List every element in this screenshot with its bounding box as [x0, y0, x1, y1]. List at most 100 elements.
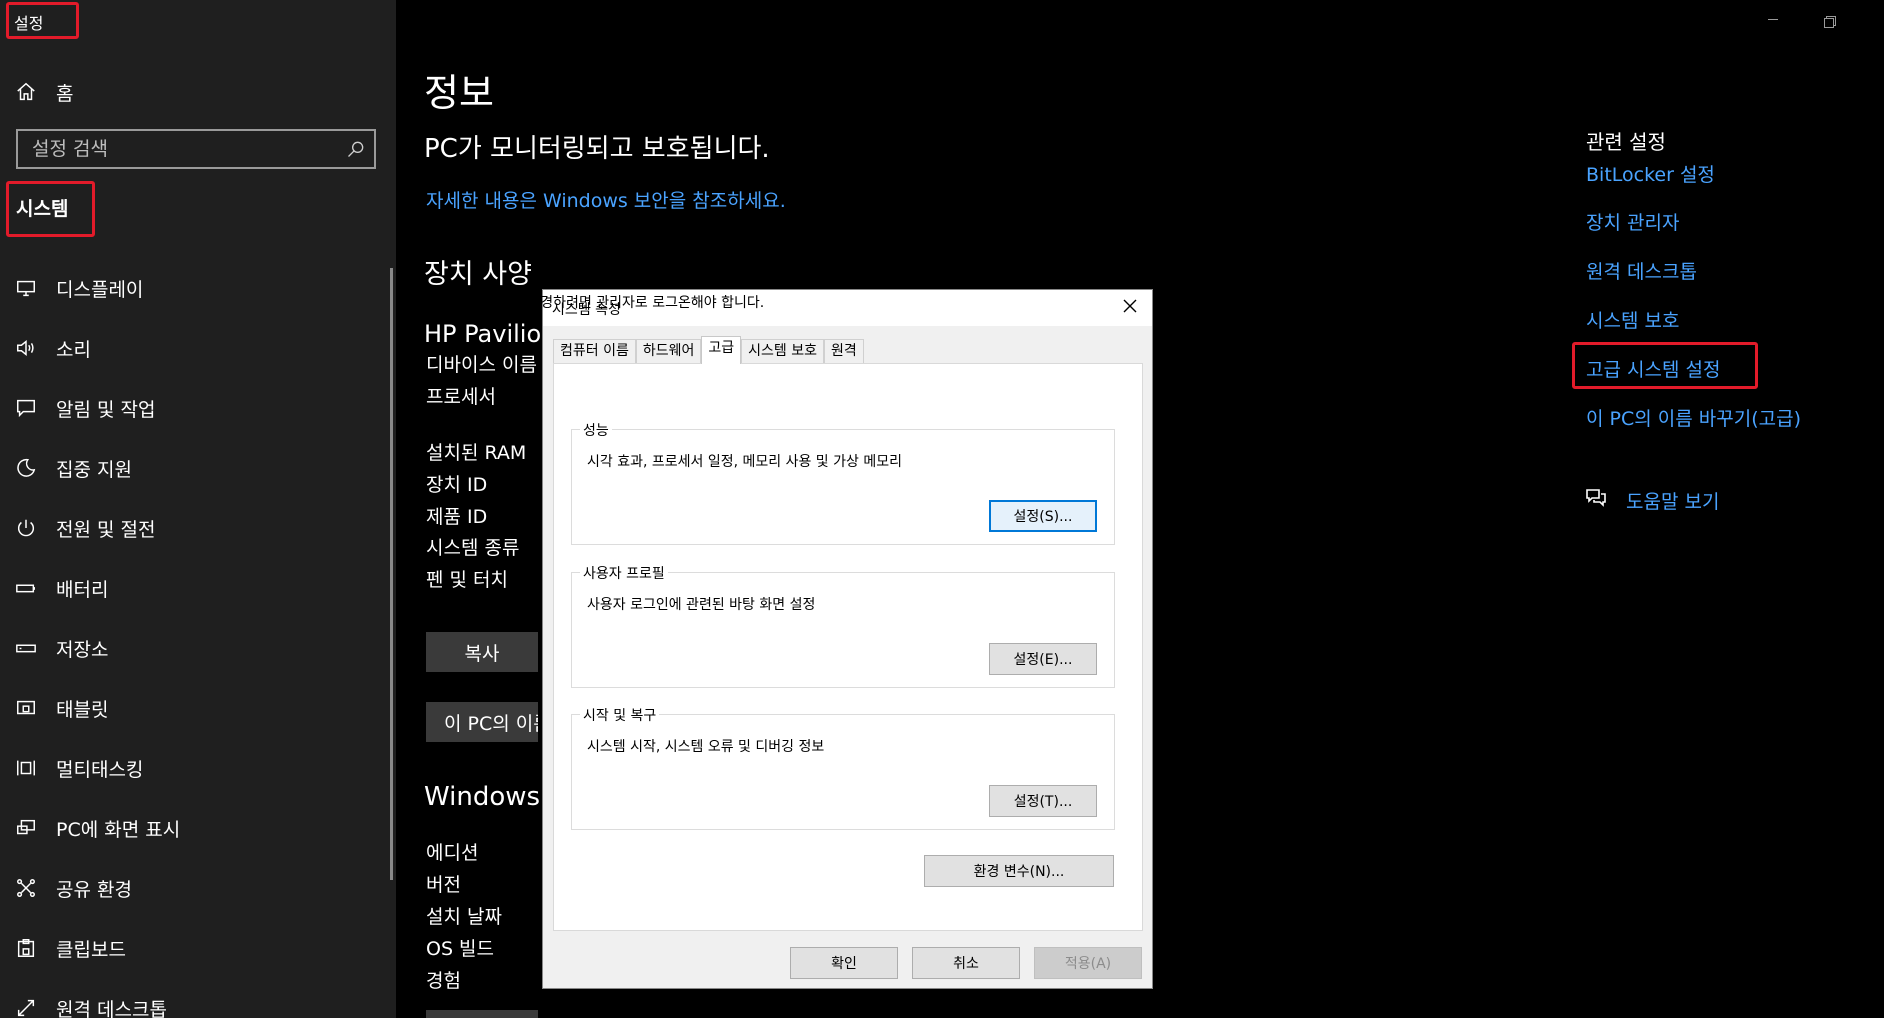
spec-label-version: 버전: [426, 874, 461, 896]
device-manager-link[interactable]: 장치 관리자: [1586, 208, 1679, 235]
apply-button[interactable]: 적용(A): [1034, 947, 1142, 979]
sidebar-item-clipboard[interactable]: 클립보드: [0, 918, 390, 978]
search-icon[interactable]: [346, 139, 366, 159]
clipboard-icon: [14, 936, 38, 960]
cancel-button[interactable]: 취소: [912, 947, 1020, 979]
device-spec-title: 장치 사양: [424, 259, 532, 290]
tab-remote[interactable]: 원격: [824, 339, 864, 364]
sidebar-item-label: 태블릿: [56, 698, 109, 721]
windows-security-link[interactable]: 자세한 내용은 Windows 보안을 참조하세요.: [426, 186, 786, 213]
get-help-link[interactable]: 도움말 보기: [1584, 486, 1719, 514]
sidebar-item-label: 클립보드: [56, 938, 126, 961]
startup-recovery-settings-button[interactable]: 설정(T)...: [989, 785, 1097, 817]
performance-settings-button[interactable]: 설정(S)...: [989, 500, 1097, 532]
sidebar-item-shared-experiences[interactable]: 공유 환경: [0, 858, 390, 918]
sidebar-item-display[interactable]: 디스플레이: [0, 258, 390, 318]
sidebar-scrollbar[interactable]: [390, 268, 393, 880]
copy-button-bottom[interactable]: [426, 1010, 538, 1018]
restore-button[interactable]: [1824, 13, 1836, 28]
sidebar-item-home[interactable]: 홈: [0, 72, 396, 112]
sidebar-item-label: 소리: [56, 338, 91, 361]
search-box[interactable]: [16, 129, 376, 169]
performance-group-label: 성능: [580, 420, 612, 440]
tab-computer-name[interactable]: 컴퓨터 이름: [553, 339, 636, 364]
spec-label-device-name: 디바이스 이름: [426, 354, 537, 376]
related-settings-title: 관련 설정: [1586, 130, 1666, 154]
sidebar-nav: 디스플레이 소리 알림 및 작업 집중 지원 전원 및 절전 배터리 저장소 태…: [0, 258, 390, 1018]
tab-hardware[interactable]: 하드웨어: [635, 339, 702, 364]
copy-button[interactable]: 복사: [426, 632, 538, 672]
sidebar-item-battery[interactable]: 배터리: [0, 558, 390, 618]
startup-recovery-group-label: 시작 및 복구: [580, 705, 660, 725]
sidebar-item-label: 알림 및 작업: [56, 398, 156, 421]
admin-note: 이 내용을 변경하려면 관리자로 로그온해야 합니다.: [467, 295, 765, 311]
tab-system-protection[interactable]: 시스템 보호: [741, 339, 825, 364]
multitasking-icon: [14, 756, 38, 780]
spec-label-install-date: 설치 날짜: [426, 906, 502, 928]
power-icon: [14, 516, 38, 540]
windows-spec-title: Windows: [424, 782, 541, 812]
user-profile-settings-button[interactable]: 설정(E)...: [989, 643, 1097, 675]
spec-label-experience: 경험: [426, 970, 461, 992]
page-title: 정보: [424, 71, 494, 115]
advanced-system-settings-link[interactable]: 고급 시스템 설정: [1586, 355, 1720, 382]
chat-help-icon: [1584, 486, 1608, 514]
sidebar-item-label: 전원 및 절전: [56, 518, 156, 541]
sidebar-item-label: 원격 데스크톱: [56, 998, 167, 1018]
close-icon[interactable]: [1122, 298, 1142, 318]
spec-label-edition: 에디션: [426, 842, 479, 864]
user-profile-description: 사용자 로그인에 관련된 바탕 화면 설정: [587, 597, 816, 613]
protection-status-text: PC가 모니터링되고 보호됩니다.: [424, 134, 770, 164]
sidebar-item-label: PC에 화면 표시: [56, 818, 181, 841]
sidebar-item-storage[interactable]: 저장소: [0, 618, 390, 678]
spec-label-device-id: 장치 ID: [426, 474, 488, 496]
remote-desktop-link[interactable]: 원격 데스크톱: [1586, 257, 1697, 284]
environment-variables-button[interactable]: 환경 변수(N)...: [924, 855, 1114, 887]
sidebar-item-power[interactable]: 전원 및 절전: [0, 498, 390, 558]
tab-advanced[interactable]: 고급: [701, 336, 742, 364]
sidebar-item-label: 홈: [56, 82, 74, 105]
settings-sidebar: 설정 홈 시스템 디스플레이 소리 알림 및 작업 집중 지원: [0, 0, 396, 1018]
bitlocker-settings-link[interactable]: BitLocker 설정: [1586, 160, 1715, 187]
sidebar-item-label: 저장소: [56, 638, 109, 661]
notification-icon: [14, 396, 38, 420]
spec-label-ram: 설치된 RAM: [426, 442, 527, 464]
rename-pc-advanced-link[interactable]: 이 PC의 이름 바꾸기(고급): [1586, 404, 1801, 431]
section-title: 시스템: [16, 198, 69, 220]
sidebar-item-multitasking[interactable]: 멀티태스킹: [0, 738, 390, 798]
spec-label-system-type: 시스템 종류: [426, 537, 520, 559]
user-profile-group-label: 사용자 프로필: [580, 563, 668, 583]
performance-description: 시각 효과, 프로세서 일정, 메모리 사용 및 가상 메모리: [587, 454, 902, 470]
sidebar-item-remote-desktop[interactable]: 원격 데스크톱: [0, 978, 390, 1018]
sidebar-item-sound[interactable]: 소리: [0, 318, 390, 378]
battery-icon: [14, 576, 38, 600]
sidebar-item-label: 멀티태스킹: [56, 758, 144, 781]
search-input[interactable]: [18, 131, 338, 167]
app-title: 설정: [14, 14, 44, 33]
sidebar-item-label: 집중 지원: [56, 458, 132, 481]
sidebar-item-project[interactable]: PC에 화면 표시: [0, 798, 390, 858]
spec-label-os-build: OS 빌드: [426, 938, 495, 960]
minimize-button[interactable]: [1768, 19, 1778, 20]
storage-icon: [14, 636, 38, 660]
home-icon: [14, 80, 38, 104]
ok-button[interactable]: 확인: [790, 947, 898, 979]
share-icon: [14, 876, 38, 900]
sidebar-item-tablet[interactable]: 태블릿: [0, 678, 390, 738]
spec-label-pen-touch: 펜 및 터치: [426, 569, 508, 591]
sidebar-item-focus-assist[interactable]: 집중 지원: [0, 438, 390, 498]
project-icon: [14, 816, 38, 840]
sidebar-item-label: 배터리: [56, 578, 109, 601]
monitor-icon: [14, 276, 38, 300]
tablet-icon: [14, 696, 38, 720]
sidebar-item-notifications[interactable]: 알림 및 작업: [0, 378, 390, 438]
spec-label-product-id: 제품 ID: [426, 506, 488, 528]
spec-label-processor: 프로세서: [426, 386, 496, 408]
rename-pc-button[interactable]: 이 PC의 이름: [426, 702, 538, 742]
sidebar-item-label: 디스플레이: [56, 278, 144, 301]
system-protection-link[interactable]: 시스템 보호: [1586, 306, 1679, 333]
device-model-name: HP Pavilion: [424, 320, 544, 348]
speaker-icon: [14, 336, 38, 360]
sidebar-item-label: 공유 환경: [56, 878, 132, 901]
startup-recovery-description: 시스템 시작, 시스템 오류 및 디버깅 정보: [587, 739, 825, 755]
